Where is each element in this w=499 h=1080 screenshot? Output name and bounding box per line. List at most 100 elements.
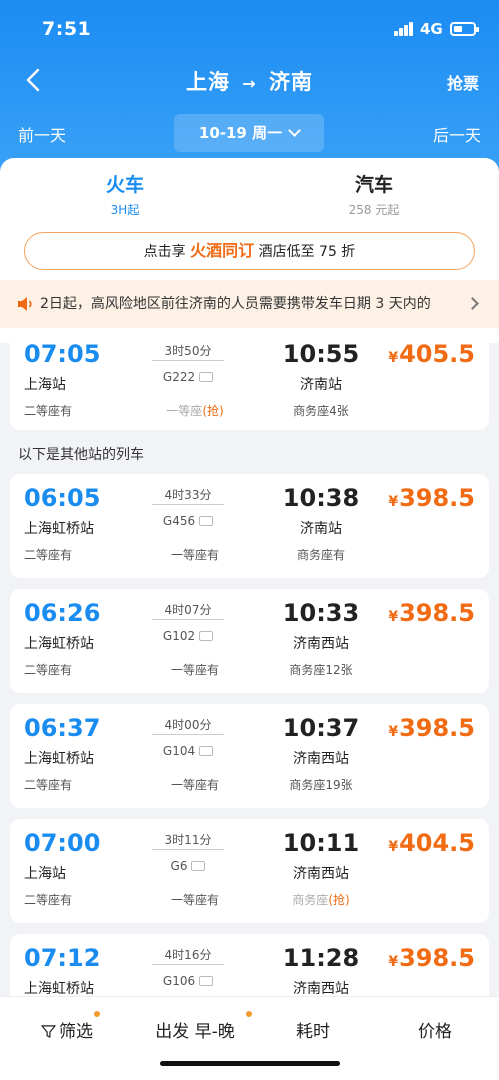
first-class-label: 一等座有 [170, 663, 219, 677]
departure-station: 上海站 [24, 866, 66, 882]
next-day-button[interactable]: 后一天 [433, 122, 481, 146]
date-picker[interactable]: 10-19 周一 [174, 114, 324, 152]
promo-post: 酒店低至 75 折 [254, 244, 356, 260]
route-arrow-icon: → [242, 74, 257, 93]
nav-bar: 上海 → 济南 抢票 [0, 60, 499, 102]
first-class-seat: 一等座有 [160, 776, 230, 793]
currency-symbol: ¥ [388, 609, 399, 625]
train-card[interactable]: 07:00 上海站 3时11分 G6 10:11 济南西站 ¥404.5 二等座有 一等座有 商务… [10, 819, 489, 923]
arrival-station: 济南站 [300, 377, 342, 393]
tab-bus-label: 汽车 [354, 174, 393, 196]
price-value: 404.5 [399, 829, 475, 857]
train-card[interactable]: 06:26 上海虹桥站 4时07分 G102 10:33 济南西站 ¥398.5 二等座有 一等… [10, 589, 489, 693]
prev-day-button[interactable]: 前一天 [18, 122, 66, 146]
home-indicator [160, 1061, 340, 1066]
departure-time: 07:00 [24, 829, 101, 857]
network-label: 4G [420, 20, 443, 38]
id-card-icon [191, 860, 206, 871]
chevron-down-icon [288, 124, 301, 137]
train-card[interactable]: 06:05 上海虹桥站 4时33分 G456 10:38 济南站 ¥398.5 二等座有 一等座… [10, 474, 489, 578]
duration-divider [152, 360, 224, 361]
signal-icon [394, 22, 414, 36]
first-class-seat: 一等座有 [160, 661, 230, 678]
price-value: 398.5 [399, 484, 475, 512]
business-class-label: 商务座有 [296, 548, 345, 562]
sort-price-button[interactable]: 价格 [400, 1017, 470, 1042]
status-bar: 7:51 4G [0, 0, 499, 60]
train-code: G102 [162, 629, 196, 643]
train-number: G456 [150, 514, 226, 528]
ticket-price: ¥398.5 [388, 599, 475, 627]
business-class-label: 商务座12张 [289, 663, 353, 677]
price-value: 398.5 [399, 599, 475, 627]
train-card[interactable]: 07:05 上海站 3时50分 G222 10:55 济南站 ¥405.5 二等座有 一等座(抢… [10, 330, 489, 430]
sort-duration-button[interactable]: 耗时 [278, 1017, 348, 1042]
notice-banner[interactable]: 2日起，高风险地区前往济南的人员需要携带发车日期 3 天内的 [0, 280, 499, 328]
transport-tabs-card: 火车 3H起 汽车 258 元起 点击享 火酒同订 酒店低至 75 折 2日起，… [0, 158, 499, 343]
tab-train-sub: 3H起 [110, 203, 140, 217]
travel-duration: 4时00分 [164, 718, 212, 732]
duration-divider [152, 619, 224, 620]
arrival-time: 10:37 [282, 714, 360, 742]
id-card-icon [199, 745, 214, 756]
train-number: G6 [150, 859, 226, 873]
departure-station: 上海虹桥站 [24, 981, 94, 997]
travel-duration: 4时16分 [164, 948, 212, 962]
price-value: 405.5 [399, 340, 475, 368]
business-class-label: 商务座19张 [289, 778, 353, 792]
route-to: 济南 [269, 70, 314, 94]
currency-symbol: ¥ [388, 350, 399, 366]
second-class-seat: 二等座有 [24, 404, 73, 418]
travel-duration: 3时50分 [164, 344, 212, 358]
departure-station: 上海虹桥站 [24, 521, 94, 537]
id-card-icon [199, 975, 214, 986]
currency-symbol: ¥ [388, 494, 399, 510]
ticket-price: ¥398.5 [388, 944, 475, 972]
arrival-station: 济南西站 [293, 866, 349, 882]
filter-label: 筛选 [59, 1022, 93, 1042]
second-class-seat: 二等座有 [24, 663, 73, 677]
first-class-label: 一等座有 [170, 778, 219, 792]
ticket-price: ¥405.5 [388, 340, 475, 368]
notice-text: 2日起，高风险地区前往济南的人员需要携带发车日期 3 天内的 [40, 296, 431, 312]
promo-pre: 点击享 [143, 244, 191, 260]
duration-divider [152, 504, 224, 505]
arrival-station: 济南西站 [293, 981, 349, 997]
sort-departure-button[interactable]: 出发 早-晚 [140, 1017, 250, 1042]
arrival-station: 济南西站 [293, 751, 349, 767]
train-card[interactable]: 06:37 上海虹桥站 4时00分 G104 10:37 济南西站 ¥398.5 二等座有 一等… [10, 704, 489, 808]
business-class-seat: 商务座12张 [272, 661, 370, 678]
grab-tag: (抢) [202, 404, 224, 418]
arrival-time: 11:28 [282, 944, 360, 972]
chevron-right-icon [466, 297, 479, 310]
second-class-seat: 二等座有 [24, 893, 73, 907]
filter-badge-dot [94, 1011, 100, 1017]
arrival-time: 10:11 [282, 829, 360, 857]
train-code: G106 [162, 974, 196, 988]
route-from: 上海 [185, 70, 230, 94]
section-label-other-stations: 以下是其他站的列车 [18, 447, 144, 463]
filter-button[interactable]: 筛选 [32, 1017, 102, 1042]
currency-symbol: ¥ [388, 839, 399, 855]
departure-time: 06:37 [24, 714, 101, 742]
grab-ticket-button[interactable]: 抢票 [447, 70, 479, 94]
first-class-label: 一等座有 [170, 893, 219, 907]
first-class-seat: 一等座有 [160, 891, 230, 908]
route-title: 上海 → 济南 [0, 66, 499, 96]
second-class-seat: 二等座有 [24, 548, 73, 562]
date-label: 10-19 周一 [198, 124, 283, 142]
train-code: G6 [170, 859, 188, 873]
train-code: G456 [162, 514, 196, 528]
departure-time: 07:12 [24, 944, 101, 972]
tab-bus[interactable]: 汽车 258 元起 [274, 170, 474, 218]
business-class-seat: 商务座(抢) [272, 891, 370, 908]
id-card-icon [199, 515, 214, 526]
hotel-promo-banner[interactable]: 点击享 火酒同订 酒店低至 75 折 [24, 232, 475, 270]
tab-train[interactable]: 火车 3H起 [25, 170, 225, 218]
train-code: G222 [162, 370, 196, 384]
ticket-price: ¥398.5 [388, 714, 475, 742]
departure-time: 06:26 [24, 599, 101, 627]
travel-duration: 4时33分 [164, 488, 212, 502]
departure-station: 上海虹桥站 [24, 751, 94, 767]
duration-divider [152, 849, 224, 850]
